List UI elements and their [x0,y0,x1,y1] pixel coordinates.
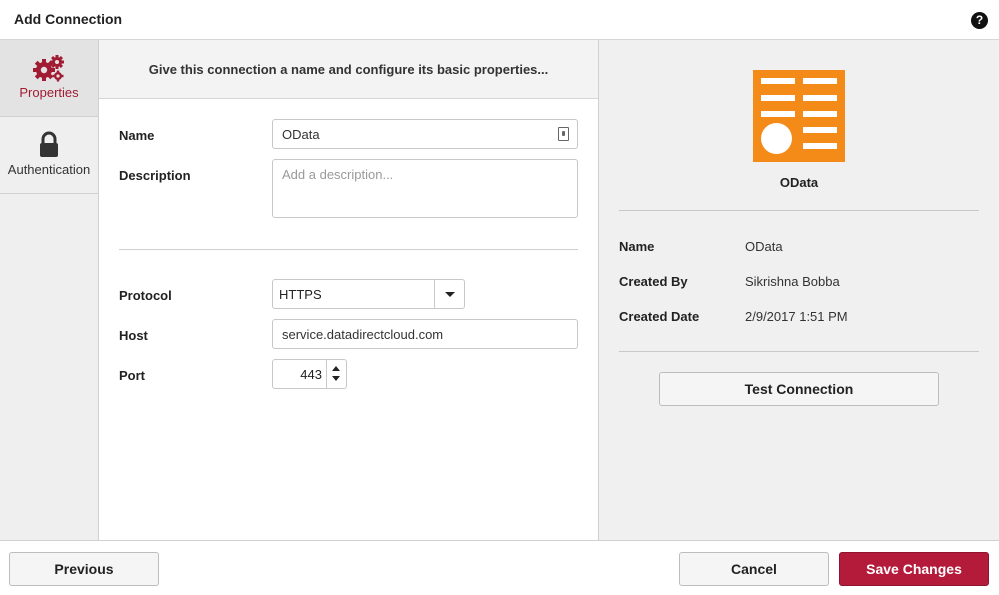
info-created-by-label: Created By [619,274,688,289]
chevron-down-icon[interactable] [434,280,464,308]
protocol-select[interactable]: HTTPS [272,279,465,309]
host-label: Host [119,328,148,343]
save-changes-button[interactable]: Save Changes [839,552,989,586]
info-name-label: Name [619,239,655,254]
stepper-buttons [326,360,346,388]
previous-button[interactable]: Previous [9,552,159,586]
description-textarea[interactable]: Add a description... [272,159,578,218]
dialog-footer: Previous Cancel Save Changes [0,540,999,595]
info-divider [619,210,979,211]
info-created-date-value: 2/9/2017 1:51 PM [745,309,848,324]
odata-logo [753,70,845,162]
port-value: 443 [300,367,322,382]
help-icon[interactable]: ? [971,12,988,29]
nav-item-label: Authentication [7,162,91,177]
nav-item-authentication[interactable]: Authentication [0,117,98,194]
add-connection-dialog: Add Connection ? Properties Authenticati… [0,0,999,595]
gears-icon [33,55,64,82]
connection-form: Give this connection a name and configur… [99,40,599,540]
form-divider [119,249,578,250]
contact-card-icon [558,127,569,141]
info-divider [619,351,979,352]
port-label: Port [119,368,145,383]
logo-caption: OData [779,175,819,190]
test-connection-button[interactable]: Test Connection [659,372,939,406]
connection-info-panel: OData Name OData Created By Sikrishna Bo… [599,40,999,540]
lock-icon [40,131,58,157]
dialog-title: Add Connection [14,11,123,27]
nav-item-label: Properties [19,85,79,100]
increment-icon[interactable] [332,366,340,371]
description-label: Description [119,168,191,183]
host-input-value: service.datadirectcloud.com [282,327,444,342]
info-created-by-value: Sikrishna Bobba [745,274,840,289]
host-input[interactable]: service.datadirectcloud.com [272,319,578,349]
name-label: Name [119,128,155,143]
protocol-label: Protocol [119,288,172,303]
decrement-icon[interactable] [332,376,340,381]
name-input-value: OData [282,127,320,142]
form-header: Give this connection a name and configur… [99,40,598,99]
title-bar: Add Connection ? [0,0,999,40]
port-stepper[interactable]: 443 [272,359,347,389]
name-input[interactable]: OData [272,119,578,149]
cancel-button[interactable]: Cancel [679,552,829,586]
side-nav: Properties Authentication [0,40,99,540]
info-name-value: OData [745,239,783,254]
form-instructions: Give this connection a name and configur… [148,62,549,77]
nav-item-properties[interactable]: Properties [0,40,98,117]
description-placeholder: Add a description... [282,167,394,182]
protocol-select-value: HTTPS [279,287,322,302]
info-created-date-label: Created Date [619,309,700,324]
